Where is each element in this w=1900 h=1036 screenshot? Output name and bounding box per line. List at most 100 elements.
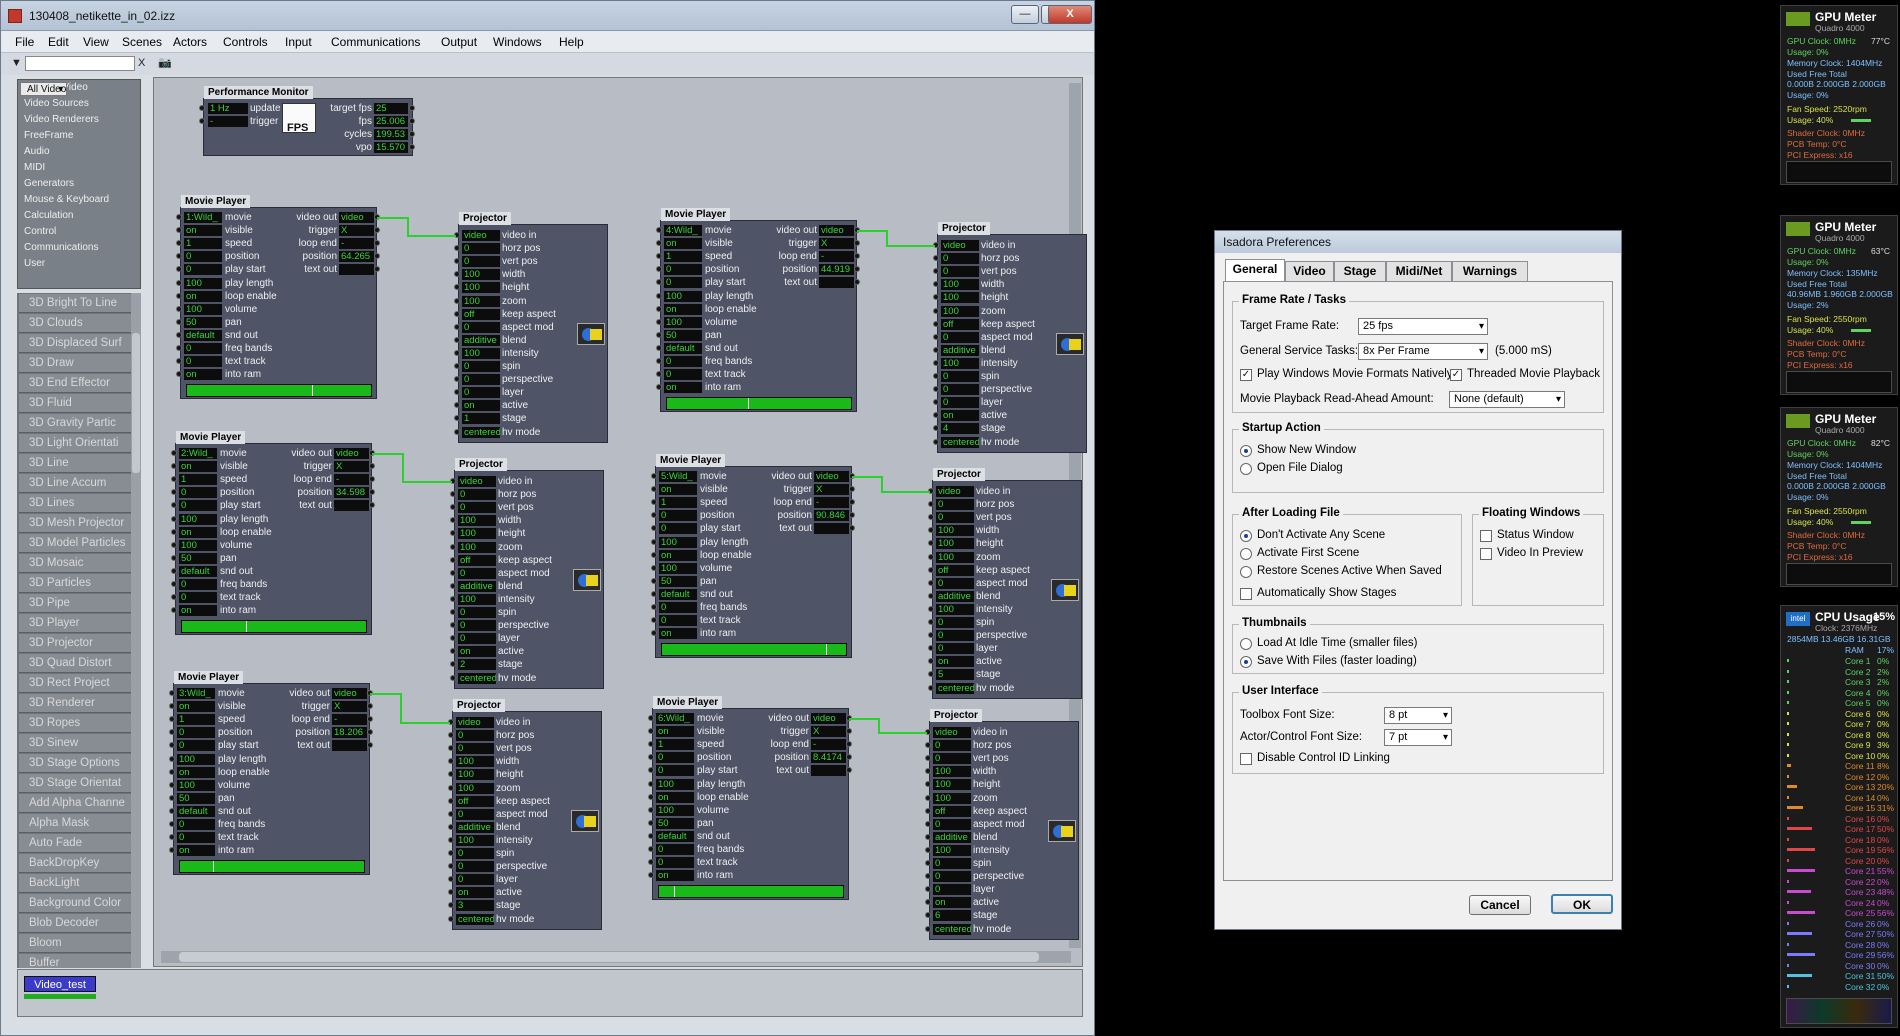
canvas-horizontal-scrollbar[interactable] bbox=[161, 951, 1071, 963]
video-connection-wire[interactable] bbox=[400, 722, 450, 724]
input-port[interactable] bbox=[171, 541, 177, 548]
input-value[interactable]: 0 bbox=[656, 752, 694, 764]
input-value[interactable]: 5 bbox=[936, 669, 974, 681]
input-port[interactable] bbox=[925, 820, 931, 827]
output-value[interactable]: - bbox=[334, 474, 369, 486]
input-port[interactable] bbox=[176, 266, 182, 273]
input-value[interactable]: 100 bbox=[184, 277, 222, 289]
actor-list-item[interactable]: 3D Pipe bbox=[19, 594, 131, 613]
input-value[interactable]: 0 bbox=[184, 356, 222, 368]
input-port[interactable] bbox=[933, 438, 939, 445]
menu-input[interactable]: Input bbox=[285, 35, 312, 49]
input-port[interactable] bbox=[450, 504, 456, 511]
input-value[interactable]: 0 bbox=[177, 740, 215, 752]
input-value[interactable]: 100 bbox=[177, 753, 215, 765]
input-port[interactable] bbox=[925, 886, 931, 893]
actor-list-item[interactable]: Blob Decoder bbox=[19, 914, 131, 933]
input-value[interactable]: 0 bbox=[458, 607, 496, 618]
input-port[interactable] bbox=[925, 899, 931, 906]
input-value[interactable]: 0 bbox=[664, 264, 702, 276]
actor-list-item[interactable]: 3D Draw bbox=[19, 354, 131, 373]
input-port[interactable] bbox=[656, 384, 662, 391]
input-port[interactable] bbox=[176, 305, 182, 312]
output-value[interactable]: video bbox=[814, 471, 849, 482]
output-port[interactable] bbox=[409, 118, 415, 124]
actor-list-item[interactable]: 3D Bright To Line bbox=[19, 294, 131, 313]
input-value[interactable]: 100 bbox=[458, 593, 496, 605]
input-value[interactable]: 100 bbox=[936, 551, 974, 563]
menu-actors[interactable]: Actors bbox=[173, 35, 207, 49]
input-port[interactable] bbox=[176, 345, 182, 351]
input-port[interactable] bbox=[448, 850, 454, 856]
input-value[interactable]: 0 bbox=[184, 264, 222, 276]
input-value[interactable]: default bbox=[656, 830, 694, 842]
input-value[interactable]: additive bbox=[462, 334, 500, 346]
menu-edit[interactable]: Edit bbox=[48, 35, 69, 49]
input-value[interactable]: default bbox=[659, 588, 697, 600]
category-item[interactable]: Generators bbox=[18, 176, 140, 192]
input-port[interactable] bbox=[448, 823, 454, 830]
input-port[interactable] bbox=[928, 671, 934, 678]
input-port[interactable] bbox=[648, 793, 654, 800]
tab-midi-net[interactable]: Midi/Net bbox=[1386, 261, 1452, 282]
input-port[interactable] bbox=[928, 579, 934, 586]
perf-output-value[interactable]: 199.53 bbox=[374, 129, 408, 140]
actor-list-item[interactable]: 3D Stage Options bbox=[19, 754, 131, 773]
video-connection-wire[interactable] bbox=[400, 693, 402, 724]
input-port[interactable] bbox=[933, 333, 939, 340]
output-value[interactable]: - bbox=[332, 714, 367, 726]
input-value[interactable]: 100 bbox=[458, 541, 496, 553]
input-value[interactable]: 100 bbox=[656, 778, 694, 790]
category-item[interactable]: User bbox=[18, 256, 140, 272]
input-value[interactable]: off bbox=[458, 554, 496, 566]
input-port[interactable] bbox=[450, 582, 456, 589]
projector-actor[interactable]: Projector video video in 0 horz pos 0 vert pos… bbox=[454, 212, 608, 443]
output-value[interactable]: 8.4174 bbox=[811, 752, 846, 764]
input-port[interactable] bbox=[651, 486, 657, 493]
input-port[interactable] bbox=[656, 253, 662, 260]
input-port[interactable] bbox=[648, 780, 654, 787]
category-item[interactable]: Communications bbox=[18, 240, 140, 256]
actor-list-item[interactable]: Background Color bbox=[19, 894, 131, 913]
tab-warnings[interactable]: Warnings bbox=[1452, 261, 1528, 282]
actor-list-item[interactable]: Alpha Mask bbox=[19, 814, 131, 833]
projector-actor[interactable]: Projector video video in 0 horz pos 0 vert pos… bbox=[933, 222, 1087, 453]
input-value[interactable]: centered bbox=[458, 672, 496, 684]
input-value[interactable]: 0 bbox=[941, 266, 979, 278]
input-port[interactable] bbox=[651, 630, 657, 637]
input-port[interactable] bbox=[925, 846, 931, 853]
ok-button[interactable]: OK bbox=[1551, 894, 1613, 914]
input-value[interactable]: 0 bbox=[456, 808, 494, 820]
input-value[interactable]: 100 bbox=[941, 292, 979, 304]
movie-player-actor[interactable]: Movie Player 1:Wild_ movie on visible 1 speed 0… bbox=[176, 195, 380, 399]
input-value[interactable]: on bbox=[184, 290, 222, 302]
output-value[interactable]: 44.919 bbox=[819, 264, 854, 276]
output-value[interactable] bbox=[811, 765, 846, 777]
input-value[interactable]: 0 bbox=[462, 361, 500, 372]
input-value[interactable]: off bbox=[941, 318, 979, 330]
input-value[interactable]: additive bbox=[936, 590, 974, 602]
input-port[interactable] bbox=[171, 463, 177, 470]
input-port[interactable] bbox=[651, 577, 657, 584]
actor-list-item[interactable]: 3D Displaced Surf bbox=[19, 334, 131, 353]
input-port[interactable] bbox=[450, 622, 456, 629]
input-port[interactable] bbox=[448, 876, 454, 883]
input-value[interactable]: 0 bbox=[936, 499, 974, 511]
input-port[interactable] bbox=[933, 346, 939, 353]
input-value[interactable]: off bbox=[456, 795, 494, 807]
input-value[interactable]: 100 bbox=[456, 782, 494, 794]
menu-scenes[interactable]: Scenes bbox=[122, 35, 162, 49]
video-connection-wire[interactable] bbox=[407, 235, 456, 237]
target-frame-rate-select[interactable]: 25 fps bbox=[1358, 318, 1488, 335]
input-port[interactable] bbox=[450, 648, 456, 655]
input-value[interactable]: 0 bbox=[933, 753, 971, 765]
input-value[interactable]: 0 bbox=[456, 730, 494, 742]
input-port[interactable] bbox=[454, 284, 460, 291]
input-value[interactable]: on bbox=[177, 845, 215, 857]
input-port[interactable] bbox=[928, 605, 934, 612]
input-value[interactable]: 1 bbox=[462, 413, 500, 425]
input-port[interactable] bbox=[648, 832, 654, 839]
input-value[interactable]: off bbox=[462, 308, 500, 320]
input-value[interactable]: 100 bbox=[177, 779, 215, 791]
output-value[interactable]: X bbox=[819, 238, 854, 250]
